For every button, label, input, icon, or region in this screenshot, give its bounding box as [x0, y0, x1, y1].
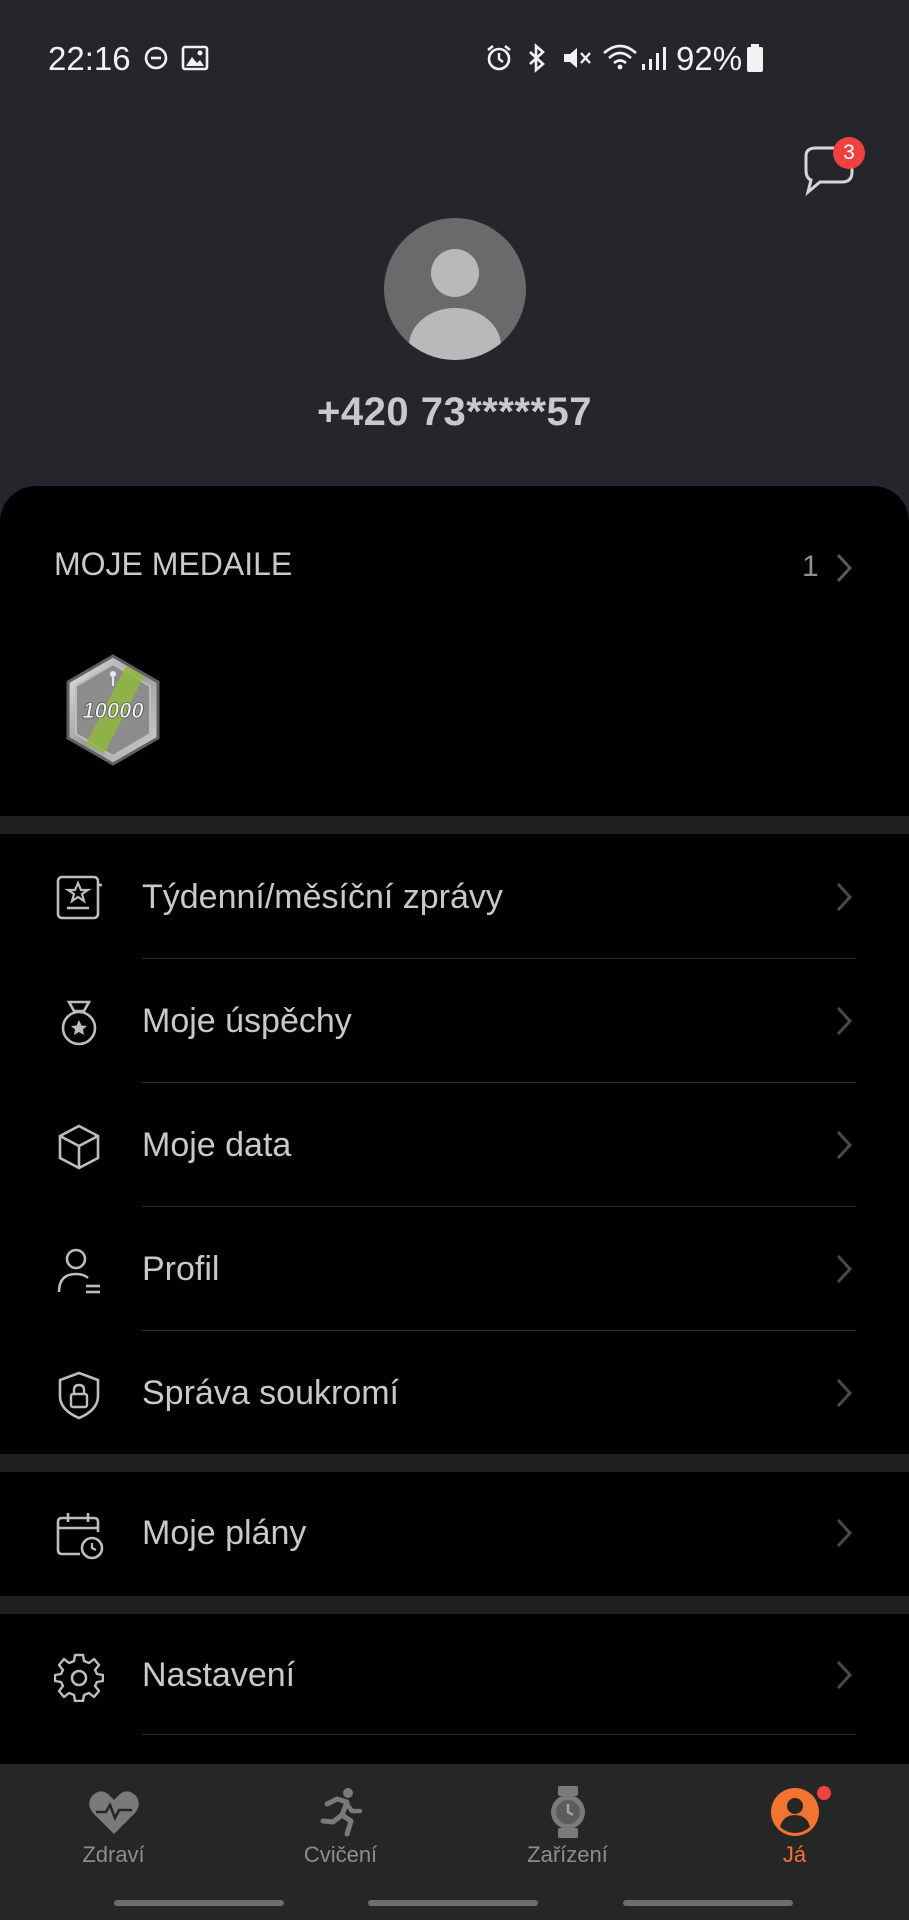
- bluetooth-icon: [529, 43, 545, 73]
- heart-icon: [89, 1791, 139, 1834]
- menu-item-reports[interactable]: Týdenní/měsíční zprávy: [0, 836, 909, 960]
- medal-10000-steps[interactable]: 10000: [60, 652, 166, 768]
- menu-item-privacy[interactable]: Správa soukromí: [0, 1332, 909, 1456]
- row-divider: [142, 958, 856, 959]
- chevron-right-icon: [836, 1006, 853, 1036]
- running-icon: [320, 1788, 363, 1837]
- medal-text: 10000: [82, 698, 144, 723]
- menu-label: Profil: [142, 1250, 220, 1288]
- menu-label: Správa soukromí: [142, 1374, 399, 1412]
- section-divider: [0, 1454, 909, 1472]
- status-time: 22:16: [48, 40, 131, 77]
- nav-label: Zdraví: [82, 1842, 145, 1867]
- section-divider: [0, 816, 909, 834]
- chevron-right-icon: [836, 1254, 853, 1284]
- nav-label: Zařízení: [527, 1842, 608, 1867]
- menu-item-plans[interactable]: Moje plány: [0, 1474, 909, 1598]
- gesture-bar-left: [114, 1900, 284, 1906]
- me-icon: [771, 1788, 819, 1836]
- menu-label: Moje úspěchy: [142, 1002, 352, 1040]
- nav-label: Cvičení: [303, 1842, 378, 1867]
- nav-tab-devices[interactable]: Zařízení: [454, 1764, 681, 1884]
- profile-icon: [57, 1248, 100, 1294]
- gear-icon: [54, 1653, 104, 1702]
- avatar-placeholder-icon: [409, 249, 501, 360]
- calendar-clock-icon: [56, 1513, 104, 1560]
- menu-label: Moje data: [142, 1126, 292, 1164]
- watch-icon: [551, 1786, 585, 1838]
- row-divider: [142, 1734, 856, 1735]
- row-divider: [142, 1082, 856, 1083]
- mute-icon: [564, 48, 591, 68]
- chevron-right-icon[interactable]: [834, 552, 854, 584]
- medals-count[interactable]: 1: [802, 550, 819, 584]
- chevron-right-icon: [836, 1518, 853, 1548]
- nav-tab-exercise[interactable]: Cvičení: [227, 1764, 454, 1884]
- medals-title[interactable]: MOJE MEDAILE: [54, 546, 292, 583]
- menu-label: Nastavení: [142, 1656, 296, 1694]
- menu-item-my-data[interactable]: Moje data: [0, 1084, 909, 1208]
- phone-number: +420 73*****57: [316, 390, 593, 434]
- battery-percent: 92%: [676, 40, 743, 77]
- chevron-right-icon: [836, 1130, 853, 1160]
- signal-icon: [642, 47, 666, 70]
- messages-badge: 3: [833, 137, 865, 169]
- chevron-right-icon: [836, 882, 853, 912]
- cube-icon: [58, 1124, 100, 1170]
- gesture-bar-center: [368, 1900, 538, 1906]
- menu-item-profile[interactable]: Profil: [0, 1208, 909, 1332]
- chevron-right-icon: [836, 1660, 853, 1690]
- avatar[interactable]: [384, 218, 526, 360]
- alarm-icon: [487, 44, 511, 71]
- nav-label: Já: [782, 1842, 807, 1867]
- report-icon: [56, 875, 102, 920]
- medal-icon: [61, 1000, 97, 1046]
- battery-icon: [747, 44, 763, 72]
- gesture-bar-right: [623, 1900, 793, 1906]
- notification-dot: [817, 1786, 831, 1800]
- menu-label: Týdenní/měsíční zprávy: [142, 878, 503, 916]
- chevron-right-icon: [836, 1378, 853, 1408]
- menu-label: Moje plány: [142, 1514, 307, 1552]
- status-bar: 22:16 92%: [0, 0, 909, 115]
- do-not-disturb-icon: [144, 46, 168, 70]
- bottom-navigation: Zdraví Cvičení Zařízení Já: [0, 1764, 909, 1920]
- privacy-shield-icon: [58, 1371, 100, 1420]
- nav-tab-health[interactable]: Zdraví: [0, 1764, 227, 1884]
- menu-item-settings[interactable]: Nastavení: [0, 1616, 909, 1740]
- wifi-icon: [603, 44, 637, 70]
- section-divider: [0, 1596, 909, 1614]
- nav-tab-me[interactable]: Já: [681, 1764, 908, 1884]
- gallery-icon: [181, 45, 209, 71]
- menu-item-achievements[interactable]: Moje úspěchy: [0, 960, 909, 1084]
- row-divider: [142, 1330, 856, 1331]
- row-divider: [142, 1206, 856, 1207]
